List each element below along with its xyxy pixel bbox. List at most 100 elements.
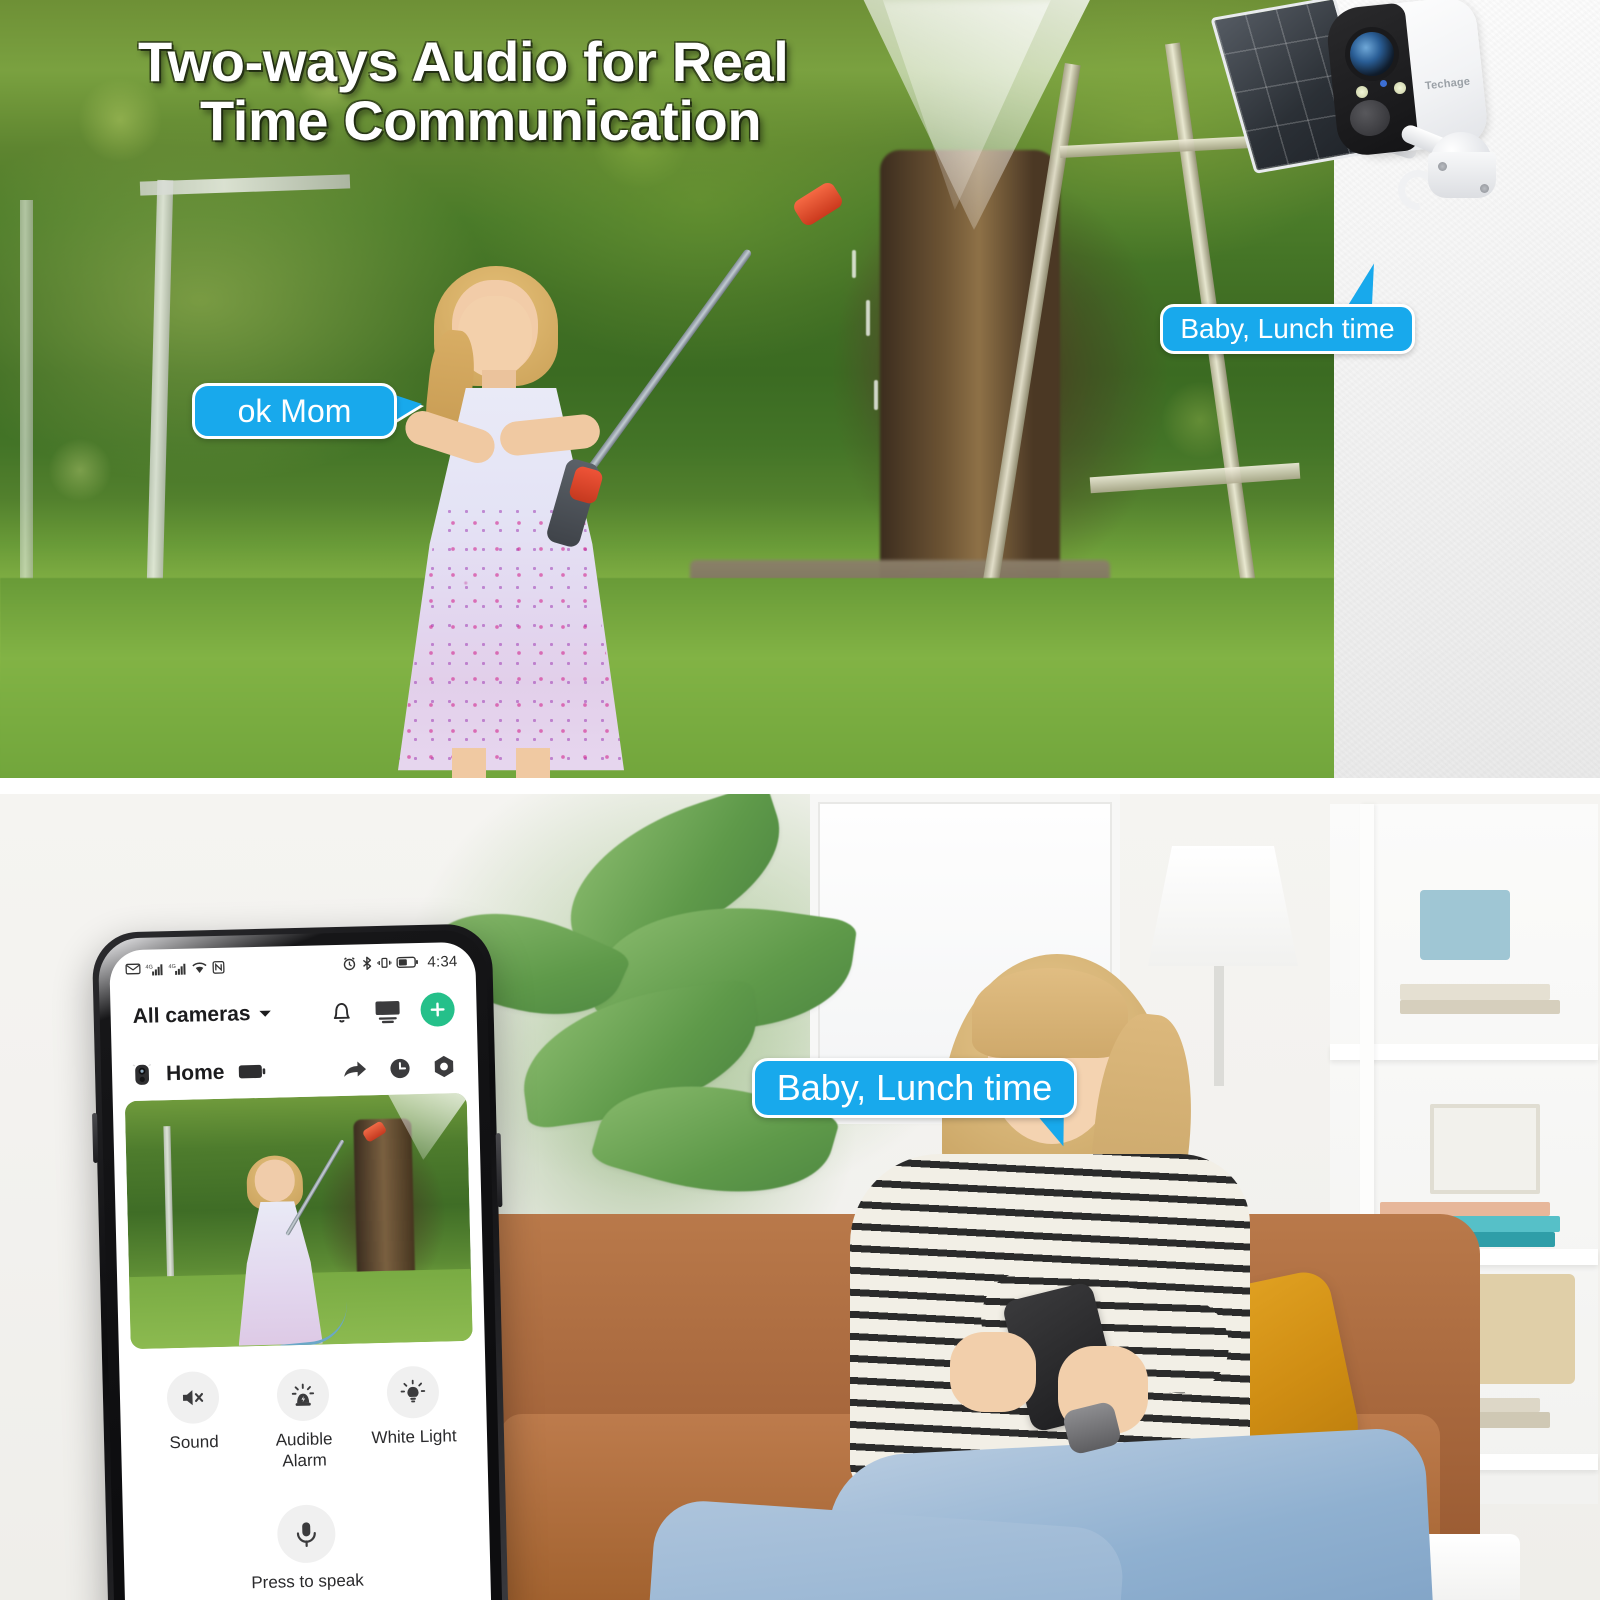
stone-wall [690, 560, 1110, 680]
child-figure [390, 266, 640, 778]
child-face [458, 296, 532, 378]
chevron-down-icon [259, 1010, 271, 1017]
speaker-mute-icon [182, 1390, 204, 1406]
smartphone-mockup: 4G 4G 4:34 All cameras Home Sound Audibl… [91, 923, 509, 1600]
page-title: Two-ways Audio for Real Time Communicati… [138, 32, 978, 151]
message-icon [125, 963, 141, 975]
person-hand-left [950, 1332, 1036, 1412]
header-actions [328, 992, 456, 1029]
hose-wand [575, 248, 753, 488]
swing-frame-left [955, 63, 1081, 757]
bluetooth-icon [362, 956, 372, 970]
headline-line-2: Time Communication [200, 89, 762, 153]
child-head [452, 280, 538, 376]
svg-text:4G: 4G [168, 963, 175, 969]
child-arm-right [498, 412, 602, 458]
bell-icon[interactable] [328, 998, 355, 1027]
signal-4g-icon: 4G [145, 963, 163, 976]
svg-text:4G: 4G [145, 964, 152, 970]
signal-4g-2-icon: 4G [168, 963, 186, 975]
status-bar-left: 4G 4G [125, 960, 225, 976]
lightbulb-icon [400, 1379, 426, 1403]
book [1400, 984, 1550, 1000]
white-light-label: White Light [371, 1426, 457, 1448]
lawn [0, 578, 1334, 778]
tree-trunk [880, 150, 1060, 710]
product-feature-image: Techage Two-ways Audio for Real Time Com… [0, 0, 1600, 1600]
camera-icon [132, 1063, 152, 1085]
child-leg-right [516, 748, 550, 778]
child-leg-left [452, 748, 486, 778]
security-camera-assembly: Techage [1210, 0, 1550, 224]
ir-led-left-icon [1356, 86, 1368, 98]
wifi-icon [192, 962, 207, 973]
status-bar-time: 4:34 [427, 952, 458, 971]
ir-led-right-icon [1394, 82, 1406, 94]
child-hair [434, 266, 558, 386]
battery-icon [239, 1064, 266, 1079]
camera-controls: Sound Audible Alarm White Light [119, 1341, 488, 1476]
clock-icon[interactable] [388, 1056, 413, 1081]
child-dress-pattern [398, 510, 624, 767]
mount-screw-icon [1438, 162, 1447, 171]
sound-control[interactable]: Sound [140, 1370, 246, 1475]
child-neck [482, 370, 516, 398]
speech-bubble-camera-text: Baby, Lunch time [1180, 313, 1395, 344]
press-to-speak-button[interactable]: Press to speak [123, 1501, 491, 1598]
app-header: All cameras [110, 976, 477, 1045]
speech-bubble-person: Baby, Lunch time [752, 1058, 1077, 1118]
storage-box [1420, 890, 1510, 960]
status-led-icon [1380, 80, 1387, 87]
audible-alarm-control[interactable]: Audible Alarm [250, 1368, 356, 1473]
hose-grip [544, 456, 602, 550]
audible-alarm-label: Audible Alarm [275, 1429, 333, 1471]
gear-hex-icon[interactable] [432, 1054, 457, 1080]
camera-filter-dropdown[interactable]: All cameras [132, 1002, 271, 1029]
white-light-control[interactable]: White Light [360, 1365, 466, 1470]
phone-screen: 4G 4G 4:34 All cameras Home Sound Audibl… [109, 941, 492, 1600]
camera-name-label: Home [165, 1060, 225, 1085]
plus-icon [430, 1002, 445, 1017]
speech-bubble-person-text: Baby, Lunch time [776, 1067, 1053, 1108]
press-to-speak-circle [276, 1504, 337, 1565]
audible-alarm-circle [276, 1368, 330, 1422]
headline-line-1: Two-ways Audio for Real [138, 30, 789, 93]
greenhouse-pole-2 [20, 200, 33, 720]
feed-child-head [254, 1159, 296, 1203]
sound-control-circle [166, 1371, 220, 1425]
water-drip [874, 380, 878, 410]
camera-row-left: Home [132, 1059, 267, 1086]
child-dress [398, 388, 624, 771]
greenhouse-beam [139, 174, 351, 196]
water-drip [866, 300, 870, 336]
vibrate-icon [377, 957, 392, 968]
status-bar-right: 4:34 [342, 952, 458, 973]
speech-bubble-child-text: ok Mom [237, 392, 352, 429]
book [1400, 1000, 1560, 1014]
person-figure [644, 954, 1436, 1600]
alarm-icon [343, 957, 356, 971]
water-drip [852, 250, 856, 278]
monitor-icon[interactable] [372, 997, 403, 1024]
floor-lamp-shade [1148, 846, 1298, 966]
press-to-speak-label: Press to speak [251, 1571, 364, 1593]
share-arrow-icon[interactable] [342, 1057, 369, 1082]
battery-icon [396, 956, 418, 968]
camera-live-feed[interactable] [124, 1092, 473, 1350]
speech-bubble-child: ok Mom [192, 383, 397, 439]
bottom-scene-panel: Baby, Lunch time 4G 4G 4:34 All cameras … [0, 794, 1600, 1600]
top-scene-panel: Techage Two-ways Audio for Real Time Com… [0, 0, 1600, 778]
mount-screw-icon [1480, 184, 1489, 193]
sound-control-label: Sound [169, 1432, 219, 1453]
camera-list-item[interactable]: Home [111, 1036, 478, 1098]
speech-bubble-camera: Baby, Lunch time [1160, 304, 1415, 354]
camera-row-actions [342, 1054, 457, 1082]
hose-nozzle [791, 179, 845, 229]
child-hair-side [421, 328, 479, 452]
add-camera-button[interactable] [420, 992, 456, 1027]
person-fringe [972, 968, 1128, 1058]
hose-trigger [567, 464, 605, 506]
picture-frame [1430, 1104, 1540, 1194]
panel-divider [0, 778, 1600, 794]
microphone-icon [296, 1522, 316, 1548]
